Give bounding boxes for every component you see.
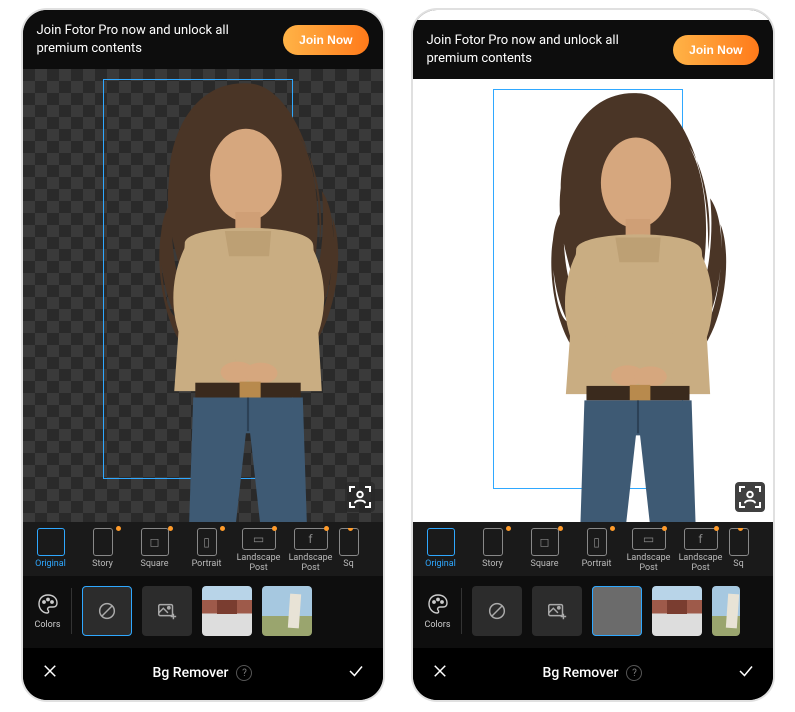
ratio-landscape-post-2[interactable]: f Landscape Post [677, 528, 725, 574]
divider [461, 588, 462, 634]
pro-badge-icon [272, 526, 277, 531]
ratio-story[interactable]: Story [79, 528, 127, 574]
ratio-square-icon: ◻ [141, 528, 169, 556]
palette-icon [36, 592, 60, 616]
cancel-button[interactable] [431, 662, 449, 684]
help-button[interactable]: ? [626, 665, 642, 681]
ratio-landscape-post-1[interactable]: ▭ Landscape Post [235, 528, 283, 574]
no-background-icon [96, 600, 118, 622]
ratio-story[interactable]: Story [469, 528, 517, 574]
bg-option-temple[interactable] [202, 586, 252, 636]
bg-option-pisa[interactable] [712, 586, 740, 636]
background-options-row: Colors [413, 576, 773, 648]
help-button[interactable]: ? [236, 665, 252, 681]
ratio-overflow-icon [339, 528, 359, 556]
subject-cutout-image [458, 85, 773, 522]
background-options-row: Colors [23, 576, 383, 648]
auto-crop-icon[interactable] [735, 482, 765, 512]
editor-canvas[interactable] [23, 69, 383, 522]
pro-badge-icon [610, 526, 615, 531]
ratio-square-icon: ◻ [531, 528, 559, 556]
divider [71, 588, 72, 634]
colors-label: Colors [425, 620, 451, 630]
ratio-square[interactable]: ◻ Square [521, 528, 569, 574]
pro-badge-icon [168, 526, 173, 531]
ratio-overflow[interactable]: Sq [729, 528, 749, 574]
ratio-landscape-icon: ▭ [632, 528, 666, 550]
image-add-icon [156, 600, 178, 622]
pro-badge-icon [324, 526, 329, 531]
bg-option-pisa[interactable] [262, 586, 312, 636]
promo-banner: Join Fotor Pro now and unlock all premiu… [413, 20, 773, 79]
ratio-story-icon [93, 528, 113, 556]
subject-cutout-image [68, 75, 383, 522]
status-bar-spacer [413, 10, 773, 20]
ratio-landscape-post-2[interactable]: f Landscape Post [287, 528, 335, 574]
ratio-portrait-icon: ▯ [587, 528, 607, 556]
join-now-button[interactable]: Join Now [673, 35, 758, 65]
promo-text: Join Fotor Pro now and unlock all premiu… [37, 22, 284, 57]
check-icon [737, 662, 755, 680]
colors-button[interactable]: Colors [35, 592, 61, 630]
ratio-original[interactable]: Original [27, 528, 75, 574]
bg-option-image-upload[interactable] [142, 586, 192, 636]
bottom-bar: Bg Remover ? [413, 648, 773, 700]
ratio-overflow-icon [729, 528, 749, 556]
aspect-ratio-row: Original Story ◻ Square ▯ Portrait ▭ Lan… [23, 522, 383, 576]
ratio-square[interactable]: ◻ Square [131, 528, 179, 574]
ratio-landscape-icon: ▭ [242, 528, 276, 550]
confirm-button[interactable] [737, 662, 755, 684]
ratio-original-icon [427, 528, 455, 556]
bg-option-image-upload[interactable] [532, 586, 582, 636]
close-icon [431, 662, 449, 680]
pro-badge-icon [662, 526, 667, 531]
pro-badge-icon [506, 526, 511, 531]
bg-option-none[interactable] [82, 586, 132, 636]
ratio-facebook-icon: f [684, 528, 718, 550]
pro-badge-icon [558, 526, 563, 531]
confirm-button[interactable] [347, 662, 365, 684]
auto-crop-icon[interactable] [345, 482, 375, 512]
bg-option-temple[interactable] [652, 586, 702, 636]
bottom-bar: Bg Remover ? [23, 648, 383, 700]
palette-icon [426, 592, 450, 616]
colors-label: Colors [35, 620, 61, 630]
tool-title: Bg Remover [543, 665, 619, 681]
tool-title-wrap: Bg Remover ? [543, 665, 643, 681]
ratio-portrait-icon: ▯ [197, 528, 217, 556]
ratio-portrait[interactable]: ▯ Portrait [573, 528, 621, 574]
check-icon [347, 662, 365, 680]
join-now-button[interactable]: Join Now [283, 25, 368, 55]
ratio-original-icon [37, 528, 65, 556]
ratio-facebook-icon: f [294, 528, 328, 550]
tool-title-wrap: Bg Remover ? [153, 665, 253, 681]
pro-badge-icon [116, 526, 121, 531]
editor-canvas[interactable] [413, 79, 773, 522]
ratio-story-icon [483, 528, 503, 556]
cancel-button[interactable] [41, 662, 59, 684]
ratio-original[interactable]: Original [417, 528, 465, 574]
bg-option-none[interactable] [472, 586, 522, 636]
phone-screen-right: Join Fotor Pro now and unlock all premiu… [413, 10, 773, 700]
bg-option-solid-gray[interactable] [592, 586, 642, 636]
promo-text: Join Fotor Pro now and unlock all premiu… [427, 32, 674, 67]
close-icon [41, 662, 59, 680]
image-add-icon [546, 600, 568, 622]
no-background-icon [486, 600, 508, 622]
promo-banner: Join Fotor Pro now and unlock all premiu… [23, 10, 383, 69]
ratio-portrait[interactable]: ▯ Portrait [183, 528, 231, 574]
phone-screen-left: Join Fotor Pro now and unlock all premiu… [23, 10, 383, 700]
pro-badge-icon [714, 526, 719, 531]
pro-badge-icon [220, 526, 225, 531]
ratio-landscape-post-1[interactable]: ▭ Landscape Post [625, 528, 673, 574]
aspect-ratio-row: Original Story ◻ Square ▯ Portrait ▭ Lan… [413, 522, 773, 576]
tool-title: Bg Remover [153, 665, 229, 681]
colors-button[interactable]: Colors [425, 592, 451, 630]
ratio-overflow[interactable]: Sq [339, 528, 359, 574]
